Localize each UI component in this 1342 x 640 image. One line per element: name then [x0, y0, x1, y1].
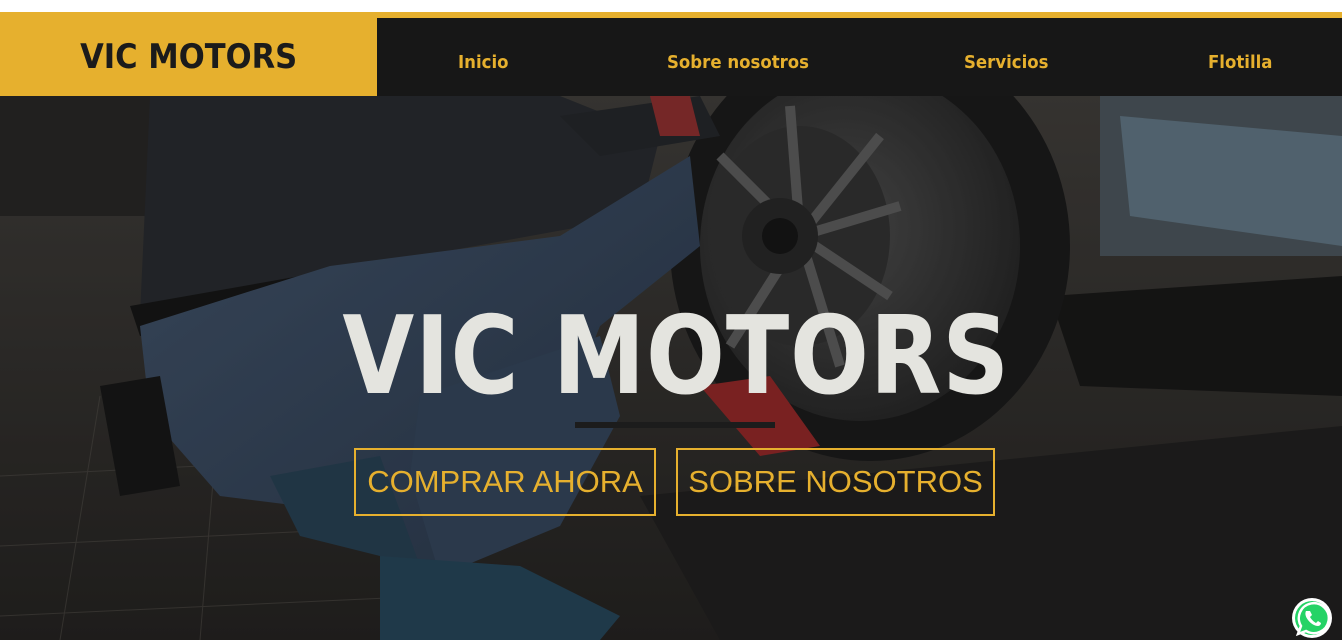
hero-divider	[575, 422, 775, 428]
site-header: VIC MOTORS Inicio Sobre nosotros Servici…	[0, 18, 1342, 96]
hero-section: VIC MOTORS COMPRAR AHORA SOBRE NOSOTROS	[0, 96, 1342, 640]
nav-item-inicio[interactable]: Inicio	[458, 52, 508, 73]
about-us-button[interactable]: SOBRE NOSOTROS	[676, 448, 995, 516]
hero-title-text: VIC MOTORS	[342, 294, 1010, 419]
brand-name: VIC MOTORS	[79, 37, 298, 77]
nav-item-sobre-nosotros[interactable]: Sobre nosotros	[667, 52, 809, 73]
nav-item-servicios[interactable]: Servicios	[964, 52, 1049, 73]
buy-now-button[interactable]: COMPRAR AHORA	[354, 448, 656, 516]
hero-title: VIC MOTORS	[0, 294, 1342, 419]
brand-logo[interactable]: VIC MOTORS	[0, 18, 377, 96]
nav-item-flotilla[interactable]: Flotilla	[1208, 52, 1272, 73]
whatsapp-icon[interactable]	[1290, 596, 1334, 640]
main-nav: Inicio Sobre nosotros Servicios Flotilla	[377, 18, 1342, 96]
